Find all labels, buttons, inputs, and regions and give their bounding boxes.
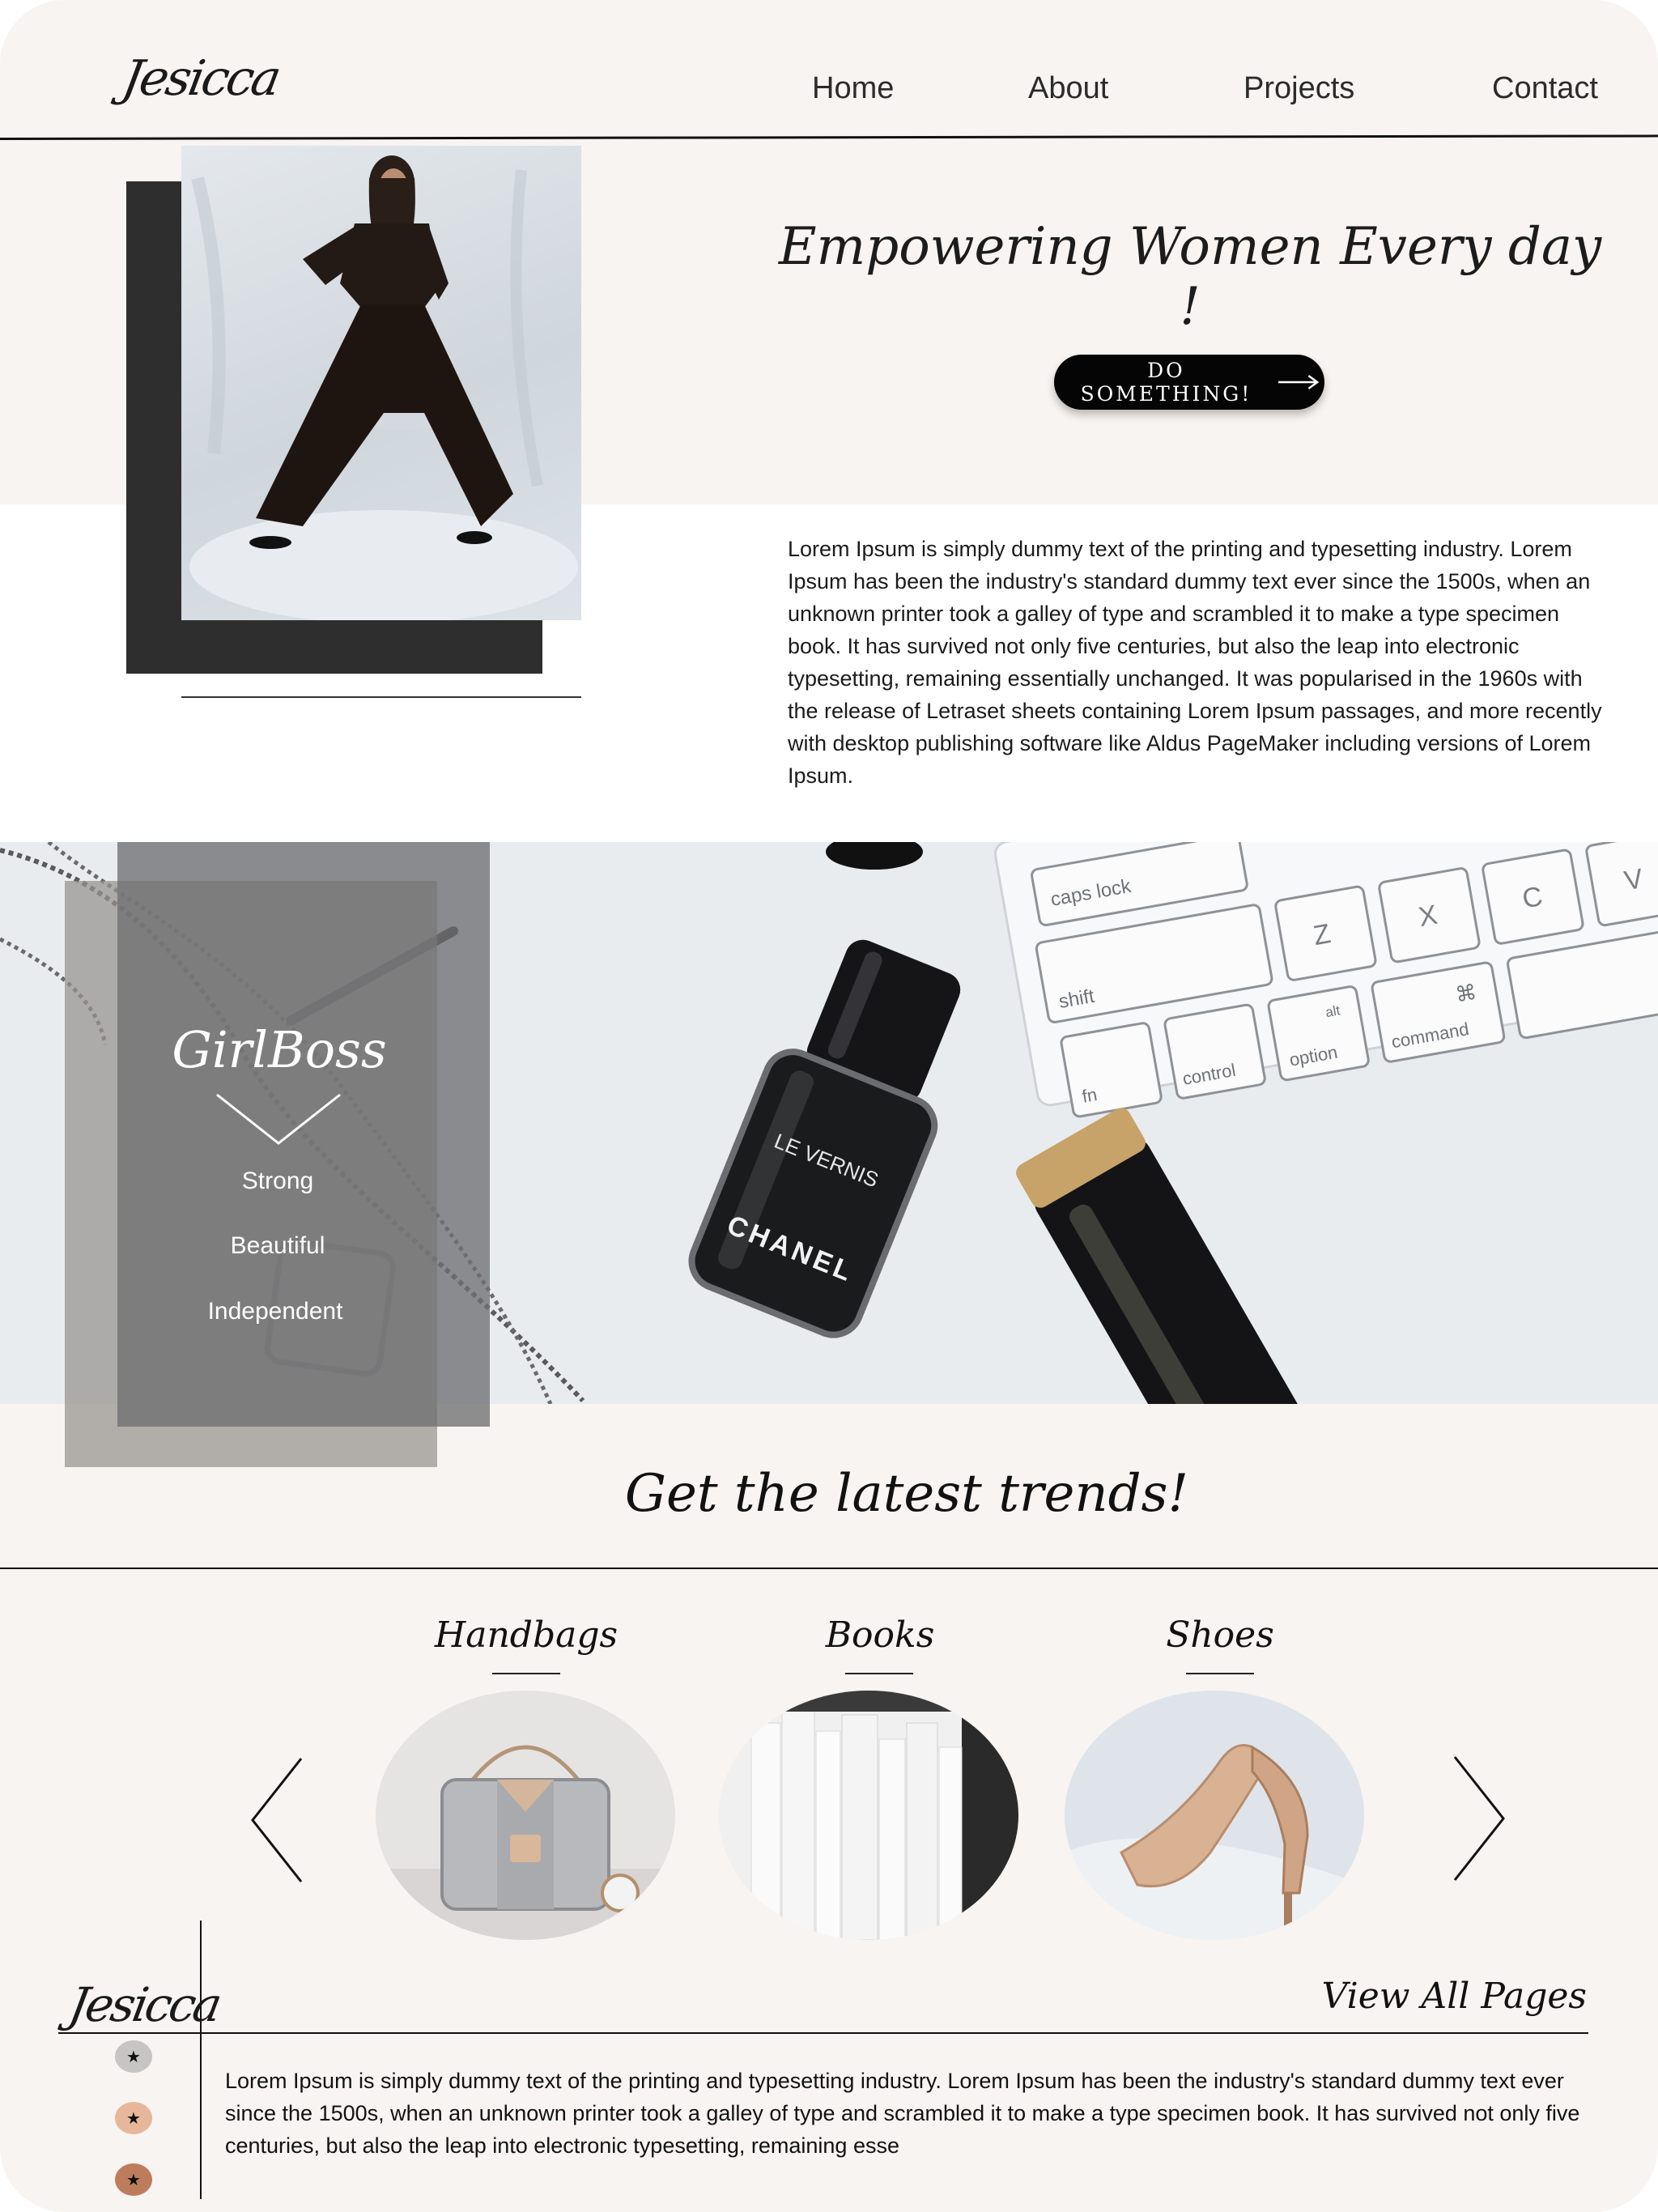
books-illustration [719,1691,1018,1940]
arrow-right-icon [1278,375,1320,389]
category-rule-books [845,1673,913,1674]
nav-home[interactable]: Home [812,71,894,106]
chevron-right-icon[interactable] [1453,1755,1505,1882]
category-label-books[interactable]: Books [759,1614,1001,1656]
shoe-illustration [1065,1691,1364,1940]
footer-divider [58,2032,1588,2034]
social-star-icon-2[interactable]: ★ [115,2102,152,2134]
nav-projects[interactable]: Projects [1244,71,1354,106]
girlboss-title: GirlBoss [172,1020,387,1079]
footer-paragraph: Lorem Ipsum is simply dummy text of the … [225,2069,1580,2158]
key-alt: alt [1324,1002,1341,1020]
girlboss-item-beautiful: Beautiful [230,1232,325,1259]
social-star-icon-1[interactable]: ★ [115,2040,152,2073]
view-all-pages-link[interactable]: View All Pages [1263,1976,1587,2017]
page-canvas: Jesicca Home About Projects Contact Empo… [0,0,1658,2212]
header-divider [0,134,1658,140]
category-rule-shoes [1186,1673,1254,1674]
category-rule-handbags [492,1673,560,1674]
footer-vertical-rule [200,1921,202,2199]
trends-divider [0,1568,1658,1569]
category-label-handbags[interactable]: Handbags [405,1614,648,1656]
category-label-shoes[interactable]: Shoes [1099,1614,1341,1656]
books-image[interactable] [719,1691,1018,1940]
chevron-down-icon [216,1093,341,1145]
key-cmd-symbol: ⌘ [1454,981,1479,1008]
hero-photo [181,146,581,620]
handbag-image[interactable] [376,1691,675,1940]
do-something-button[interactable]: DO SOMETHING! [1054,355,1324,410]
nav-contact[interactable]: Contact [1492,71,1598,106]
chevron-left-icon[interactable] [251,1757,303,1883]
handbag-illustration [376,1691,675,1940]
footer-logo[interactable]: Jesicca [65,1977,223,2032]
hero-title: Empowering Women Every day ! [778,217,1602,337]
trends-title: Get the latest trends! [624,1464,1189,1524]
cta-label: DO SOMETHING! [1080,359,1252,406]
girlboss-item-independent: Independent [207,1298,343,1325]
hero-photo-underline [181,696,581,698]
woman-figure-image [189,155,578,620]
main-nav: Home About Projects Contact [0,71,1658,112]
hero-paragraph: Lorem Ipsum is simply dummy text of the … [788,537,1602,788]
shoe-image[interactable] [1065,1691,1364,1940]
girlboss-item-strong: Strong [241,1168,314,1194]
social-star-icon-3[interactable]: ★ [115,2163,152,2196]
nav-about[interactable]: About [1028,71,1108,106]
